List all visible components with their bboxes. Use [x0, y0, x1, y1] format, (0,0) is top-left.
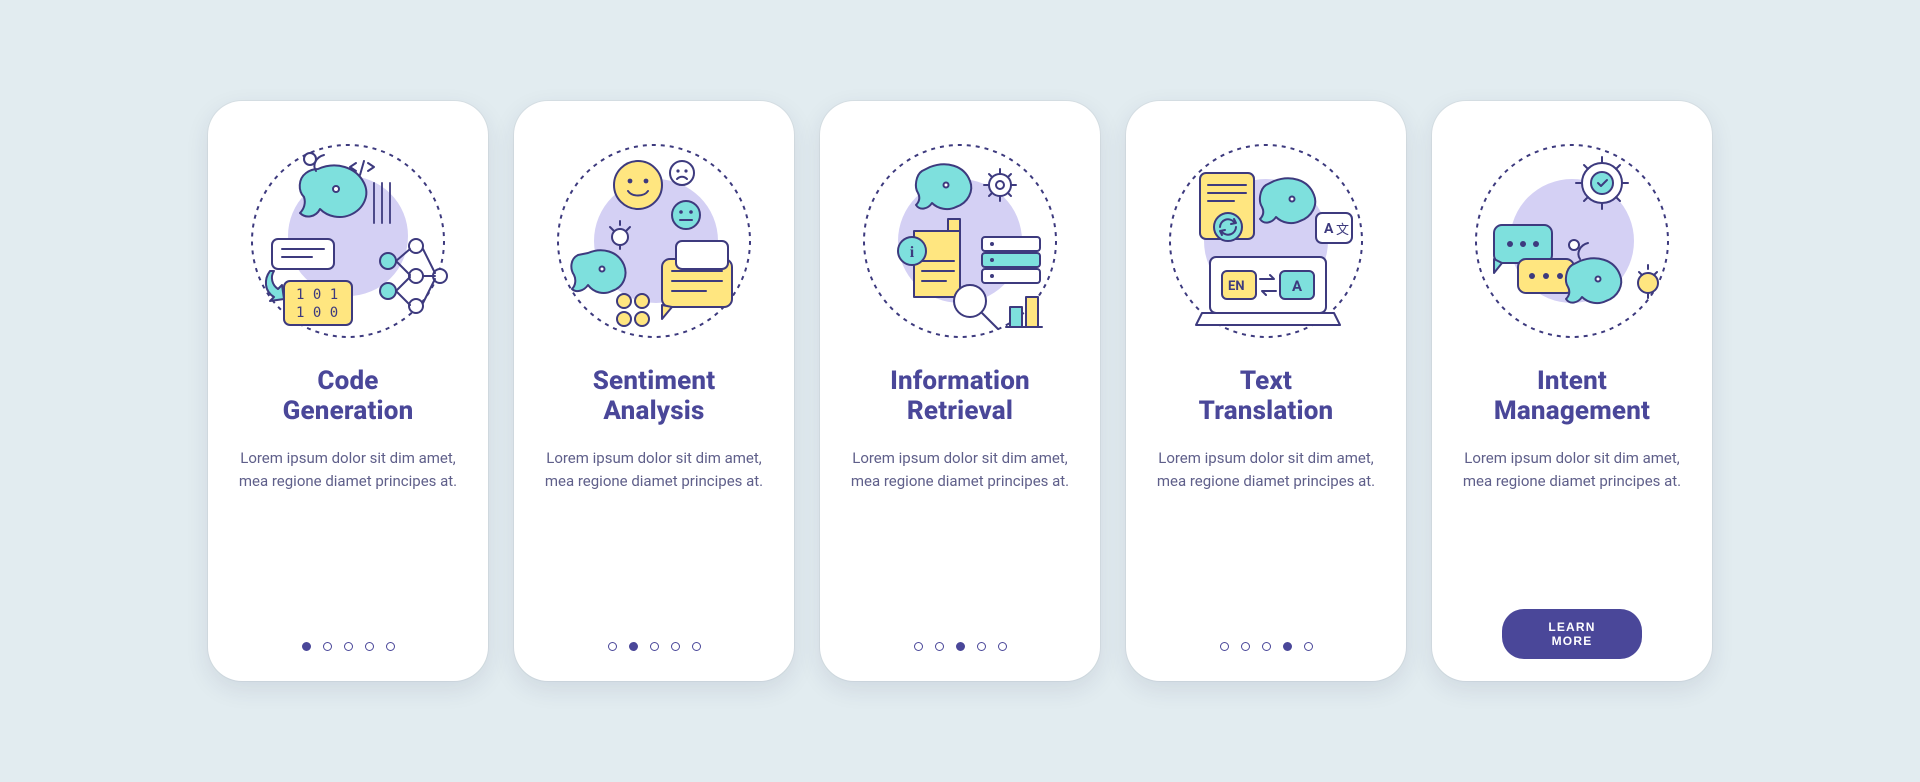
card-title: CodeGeneration	[283, 367, 414, 427]
page-dot-5[interactable]	[998, 642, 1007, 651]
text-translation-illustration: A 文 EN A	[1166, 141, 1366, 341]
card-description: Lorem ipsum dolor sit dim amet, mea regi…	[230, 447, 466, 494]
page-dot-4[interactable]	[977, 642, 986, 651]
page-dot-5[interactable]	[692, 642, 701, 651]
page-dot-4[interactable]	[1283, 642, 1292, 651]
card-description: Lorem ipsum dolor sit dim amet, mea regi…	[536, 447, 772, 494]
page-dot-2[interactable]	[1241, 642, 1250, 651]
page-dot-1[interactable]	[608, 642, 617, 651]
page-dot-5[interactable]	[1304, 642, 1313, 651]
pagination-dots	[1126, 642, 1406, 651]
card-description: Lorem ipsum dolor sit dim amet, mea regi…	[1454, 447, 1690, 494]
onboarding-card-sentiment-analysis: SentimentAnalysis Lorem ipsum dolor sit …	[514, 101, 794, 681]
page-dot-5[interactable]	[386, 642, 395, 651]
page-dot-3[interactable]	[1262, 642, 1271, 651]
page-dot-2[interactable]	[935, 642, 944, 651]
code-generation-illustration: 1 0 1 1 0 0	[248, 141, 448, 341]
svg-text:i: i	[910, 244, 915, 261]
sentiment-analysis-illustration	[554, 141, 754, 341]
pagination-dots	[514, 642, 794, 651]
page-dot-1[interactable]	[1220, 642, 1229, 651]
svg-text:1 0 1: 1 0 1	[296, 287, 338, 303]
card-title: InformationRetrieval	[890, 367, 1030, 427]
information-retrieval-illustration: i	[860, 141, 1060, 341]
onboarding-card-information-retrieval: i InformationRetrieval Lorem ipsum dolor…	[820, 101, 1100, 681]
card-title: IntentManagement	[1494, 367, 1650, 427]
pagination-dots	[820, 642, 1100, 651]
svg-text:文: 文	[1336, 223, 1349, 238]
onboarding-card-intent-management: IntentManagement Lorem ipsum dolor sit d…	[1432, 101, 1712, 681]
card-title: TextTranslation	[1199, 367, 1334, 427]
page-dot-1[interactable]	[302, 642, 311, 651]
svg-text:A: A	[1324, 221, 1334, 237]
pagination-dots	[208, 642, 488, 651]
card-description: Lorem ipsum dolor sit dim amet, mea regi…	[842, 447, 1078, 494]
svg-text:1 0 0: 1 0 0	[296, 305, 338, 321]
page-dot-2[interactable]	[323, 642, 332, 651]
onboarding-card-text-translation: A 文 EN A TextTranslation Lorem ipsum dol…	[1126, 101, 1406, 681]
page-dot-2[interactable]	[629, 642, 638, 651]
svg-text:EN: EN	[1228, 279, 1245, 294]
page-dot-1[interactable]	[914, 642, 923, 651]
learn-more-button[interactable]: LEARN MORE	[1502, 609, 1642, 659]
card-title: SentimentAnalysis	[593, 367, 716, 427]
page-dot-3[interactable]	[956, 642, 965, 651]
onboarding-card-code-generation: 1 0 1 1 0 0 CodeGeneration Lorem ipsum d…	[208, 101, 488, 681]
card-description: Lorem ipsum dolor sit dim amet, mea regi…	[1148, 447, 1384, 494]
svg-text:A: A	[1292, 277, 1303, 295]
page-dot-4[interactable]	[671, 642, 680, 651]
page-dot-4[interactable]	[365, 642, 374, 651]
page-dot-3[interactable]	[344, 642, 353, 651]
intent-management-illustration	[1472, 141, 1672, 341]
page-dot-3[interactable]	[650, 642, 659, 651]
